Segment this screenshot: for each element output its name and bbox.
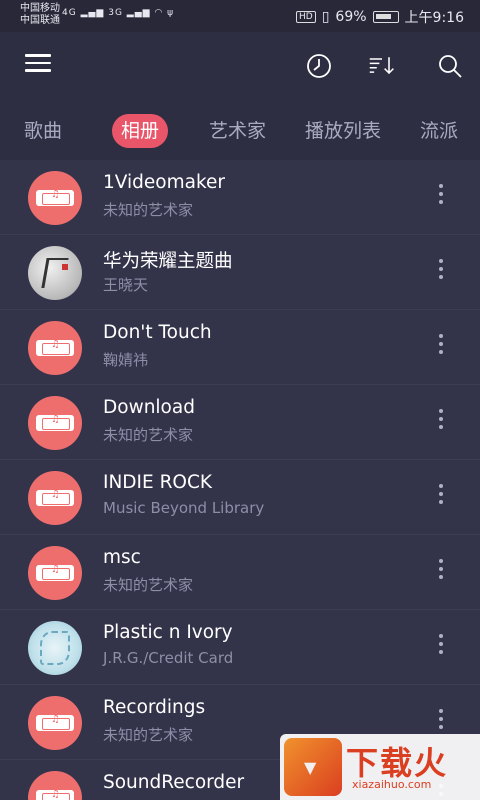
album-artist: Music Beyond Library: [103, 499, 265, 517]
album-title: Download: [103, 397, 195, 418]
album-art-default-icon: [28, 171, 82, 225]
album-row[interactable]: 华为荣耀主题曲 王晓天: [0, 235, 480, 310]
clock-icon[interactable]: [305, 52, 333, 80]
clock-time: 上午9:16: [404, 10, 464, 26]
album-artist: 王晓天: [103, 276, 149, 294]
album-list: 1Videomaker 未知的艺术家 华为荣耀主题曲 王晓天 Don't Tou…: [0, 160, 480, 800]
carrier-1: 中国移动: [20, 3, 60, 14]
tab-songs[interactable]: 歌曲: [24, 114, 62, 148]
more-options-icon[interactable]: [436, 334, 446, 362]
signal-bars-icon: ▂▄▆: [80, 8, 105, 18]
album-row[interactable]: msc 未知的艺术家: [0, 535, 480, 610]
more-options-icon[interactable]: [436, 259, 446, 287]
album-art-default-icon: [28, 321, 82, 375]
watermark-url: xiazaihuo.com: [352, 778, 432, 791]
signal-bars-icon: ▂▄▆: [126, 8, 151, 18]
battery-icon: [372, 11, 399, 23]
album-artist: 未知的艺术家: [103, 726, 194, 744]
album-artist: 未知的艺术家: [103, 201, 194, 219]
status-bar: 中国移动 中国联通 4G ▂▄▆ 3G ▂▄▆ ◠ ψ HD ▯ 69% 上午9…: [0, 0, 480, 32]
hd-badge: HD: [296, 11, 316, 23]
more-options-icon[interactable]: [436, 409, 446, 437]
carrier-labels: 中国移动 中国联通: [20, 3, 60, 27]
album-art-default-icon: [28, 546, 82, 600]
search-icon[interactable]: [436, 52, 464, 80]
album-artist: 鞠婧祎: [103, 351, 149, 369]
signal-icons: 4G ▂▄▆ 3G ▂▄▆ ◠ ψ: [62, 8, 174, 18]
watermark: 下载火 xiazaihuo.com: [280, 734, 480, 800]
flame-logo-icon: [284, 738, 342, 796]
album-row[interactable]: Download 未知的艺术家: [0, 385, 480, 460]
album-title: Don't Touch: [103, 322, 212, 343]
album-row[interactable]: Don't Touch 鞠婧祎: [0, 310, 480, 385]
album-row[interactable]: INDIE ROCK Music Beyond Library: [0, 460, 480, 535]
more-options-icon[interactable]: [436, 634, 446, 662]
album-art-default-icon: [28, 396, 82, 450]
album-art-default-icon: [28, 696, 82, 750]
usb-icon: ψ: [167, 8, 175, 18]
album-title: msc: [103, 547, 141, 568]
album-title: 1Videomaker: [103, 172, 226, 193]
more-options-icon[interactable]: [436, 184, 446, 212]
carrier-2: 中国联通: [20, 15, 60, 26]
album-artist: 未知的艺术家: [103, 576, 194, 594]
tab-albums[interactable]: 相册: [112, 114, 169, 148]
sort-icon[interactable]: [368, 52, 396, 80]
tab-artists[interactable]: 艺术家: [209, 114, 266, 148]
menu-icon[interactable]: [25, 54, 51, 74]
vibrate-icon: ▯: [321, 9, 330, 25]
album-art-image: [28, 621, 82, 675]
more-options-icon[interactable]: [436, 709, 446, 737]
more-options-icon[interactable]: [436, 484, 446, 512]
battery-percent: 69%: [335, 9, 367, 25]
album-artist: J.R.G./Credit Card: [103, 649, 234, 667]
album-title: Recordings: [103, 697, 206, 718]
app-toolbar: [0, 32, 480, 102]
status-right: HD ▯ 69% 上午9:16: [296, 7, 464, 27]
album-title: Plastic n Ivory: [103, 622, 233, 643]
album-title: INDIE ROCK: [103, 472, 213, 493]
album-art-image: [28, 246, 82, 300]
album-title: 华为荣耀主题曲: [103, 251, 233, 272]
album-title: SoundRecorder: [103, 772, 245, 793]
tab-playlists[interactable]: 播放列表: [305, 114, 381, 148]
tab-genres[interactable]: 流派: [420, 114, 458, 148]
album-art-default-icon: [28, 771, 82, 800]
signal-1-label: 4G: [62, 8, 77, 18]
signal-2-label: 3G: [108, 8, 123, 18]
album-art-default-icon: [28, 471, 82, 525]
album-artist: 未知的艺术家: [103, 426, 194, 444]
wifi-icon: ◠: [154, 8, 164, 18]
album-row[interactable]: 1Videomaker 未知的艺术家: [0, 160, 480, 235]
album-row[interactable]: Plastic n Ivory J.R.G./Credit Card: [0, 610, 480, 685]
more-options-icon[interactable]: [436, 559, 446, 587]
category-tabs: 歌曲 相册 艺术家 播放列表 流派: [0, 102, 480, 160]
